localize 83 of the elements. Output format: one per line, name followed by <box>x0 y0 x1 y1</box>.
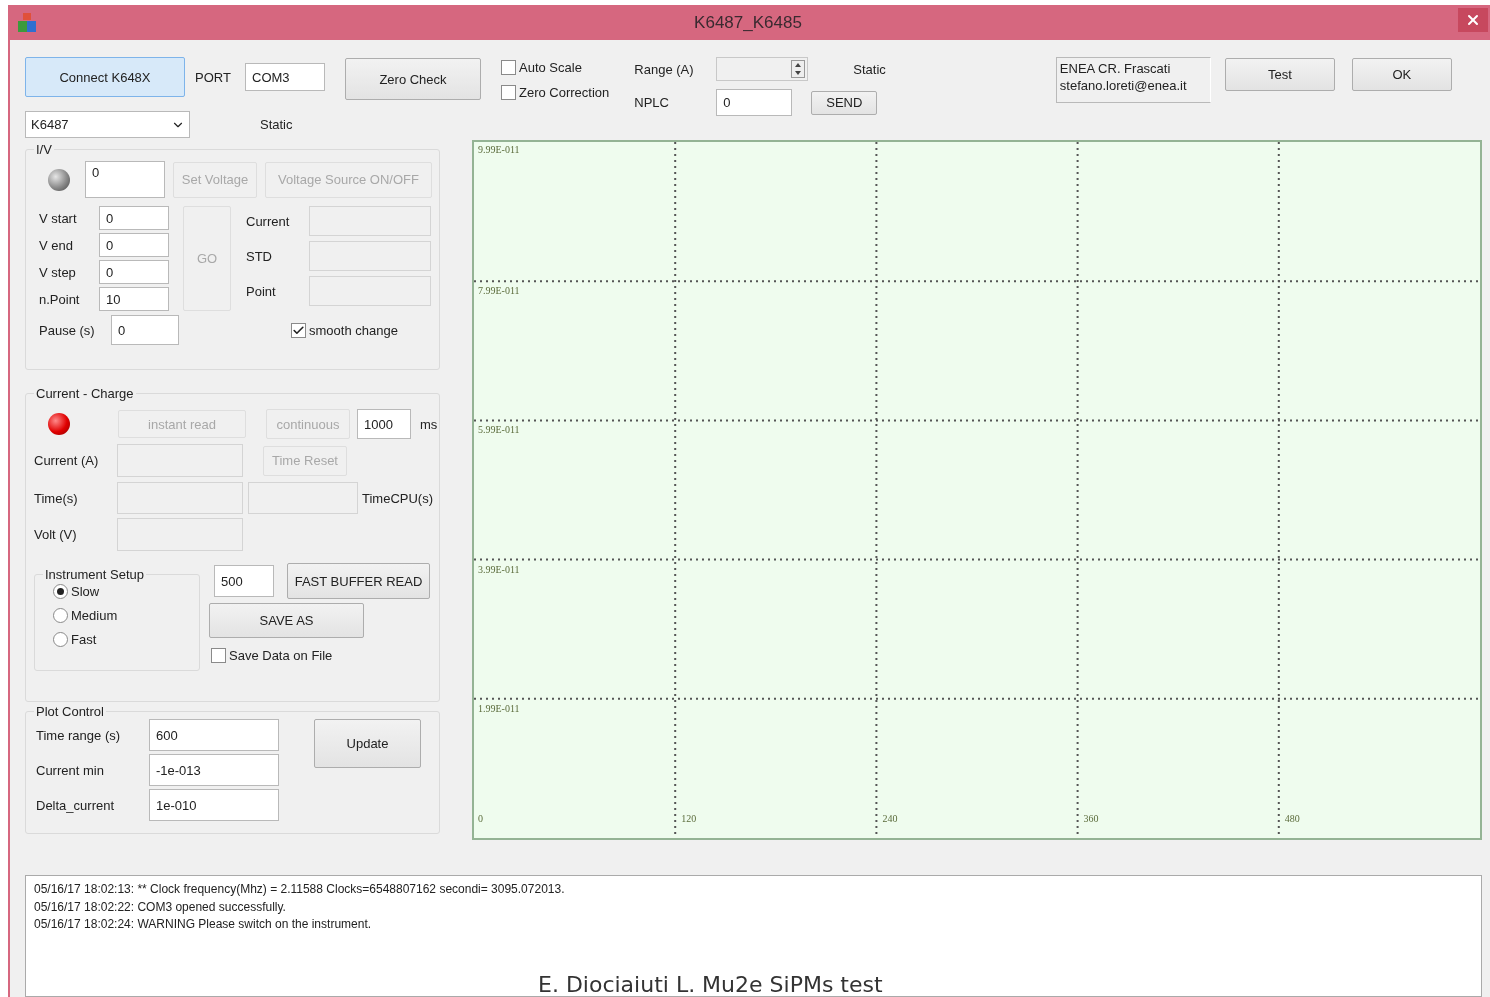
checkbox[interactable] <box>501 60 516 75</box>
input-field[interactable]: 600 <box>149 719 279 751</box>
axis-label: 360 <box>1083 813 1099 824</box>
field-label: Time(s) <box>34 490 79 506</box>
check-icon <box>292 323 305 337</box>
radio-button[interactable] <box>53 608 68 623</box>
axis-label: 0 <box>478 813 483 824</box>
voltage-field[interactable]: 0 <box>85 161 165 198</box>
axis-label: 240 <box>882 813 898 824</box>
field-label: TimeCPU(s) <box>362 490 433 506</box>
axis-label: 1.99E-011 <box>478 702 520 714</box>
close-button[interactable] <box>1458 7 1488 32</box>
axis-label: 9.99E-011 <box>478 144 520 155</box>
field-label: n.Point <box>39 291 81 307</box>
nplc-field[interactable]: 0 <box>716 89 793 116</box>
field-label: Time range (s) <box>36 727 122 743</box>
window-title: K6487_K6485 <box>693 12 803 33</box>
checkbox[interactable] <box>211 648 226 663</box>
slide-footer: E. Diociaiuti L. Mu2e SiPMs test <box>538 972 883 997</box>
axis-label: 3.99E-011 <box>478 563 520 575</box>
test-button[interactable]: Test <box>1224 58 1335 91</box>
log-line: 05/16/17 18:02:13: ** Clock frequency(Mhz) = 2.11588 Clocks=6548807162 secondi= 3095.072013. <box>34 881 565 898</box>
group-title: Current - Charge <box>35 386 135 401</box>
readout-label: Current <box>246 213 291 229</box>
radio-button[interactable] <box>53 632 68 647</box>
checkbox-label: smooth change <box>309 322 398 338</box>
axis-label: 480 <box>1284 813 1300 824</box>
status-label: Static <box>260 117 293 132</box>
input-field[interactable]: -1e-013 <box>149 754 279 786</box>
input-field[interactable]: 0 <box>99 260 169 284</box>
group-title: I/V <box>35 142 53 157</box>
field-label: Delta_current <box>36 797 116 813</box>
spin-arrows-icon <box>791 60 806 78</box>
axis-label: 5.99E-011 <box>478 424 520 436</box>
buffer-field[interactable]: 500 <box>214 565 274 597</box>
field-label: Volt (V) <box>34 527 78 542</box>
interval-field[interactable]: 1000 <box>357 409 411 439</box>
radio-button[interactable] <box>53 584 68 599</box>
checkbox-label: Zero Correction <box>519 85 610 100</box>
port-label: PORT <box>195 69 232 85</box>
log-line: 05/16/17 18:02:22: COM3 opened successfully. <box>34 898 286 916</box>
app-icon <box>16 11 38 34</box>
ok-button[interactable]: OK <box>1351 58 1452 91</box>
fast-buffer-button[interactable]: FAST BUFFER READ <box>287 563 430 599</box>
log-line: 05/16/17 18:02:24: WARNING Please switch on the instrument. <box>34 916 372 933</box>
readout-label: Point <box>246 283 277 299</box>
radio-label: Medium <box>71 608 118 623</box>
readout-label: STD <box>246 248 273 264</box>
input-field[interactable]: 0 <box>111 315 179 345</box>
range-spinner[interactable] <box>716 57 809 81</box>
radio-label: Slow <box>71 584 100 599</box>
checkbox[interactable] <box>501 85 516 100</box>
checkbox-label: Save Data on File <box>229 648 333 663</box>
input-field[interactable]: 1e-010 <box>149 789 279 821</box>
port-field[interactable]: COM3 <box>245 63 325 91</box>
zero-check-button[interactable]: Zero Check <box>345 58 481 100</box>
range-label: Range (A) <box>634 61 695 77</box>
axis-label: 7.99E-011 <box>478 285 520 297</box>
field-label: V end <box>39 237 74 253</box>
group-title: Plot Control <box>35 704 105 719</box>
send-button[interactable]: SEND <box>811 90 878 115</box>
field-label: Pause (s) <box>39 322 96 338</box>
input-field[interactable]: 0 <box>99 233 169 257</box>
checkbox-label: Auto Scale <box>519 60 582 75</box>
nplc-label: NPLC <box>634 95 670 110</box>
group-title: Instrument Setup <box>44 567 145 582</box>
input-field[interactable]: 10 <box>99 287 169 311</box>
axis-label: 120 <box>681 813 697 824</box>
radio-label: Fast <box>71 632 97 647</box>
field-label: V step <box>39 264 77 280</box>
field-label: Current (A) <box>34 453 100 468</box>
status-label: Static <box>853 61 886 77</box>
field-label: V start <box>39 210 78 226</box>
checkbox[interactable] <box>291 322 306 338</box>
field-label: Current min <box>36 762 105 778</box>
update-button[interactable]: Update <box>314 719 421 768</box>
unit-label: ms <box>420 416 438 432</box>
model-dropdown[interactable]: K6487 <box>25 111 190 138</box>
save-as-button[interactable]: SAVE AS <box>209 603 364 638</box>
info-line: stefano.loreti@enea.it <box>1059 77 1187 94</box>
input-field[interactable]: 0 <box>99 206 169 230</box>
connect-button[interactable]: Connect K648X <box>25 57 185 97</box>
info-line: ENEA CR. Frascati <box>1059 60 1171 77</box>
